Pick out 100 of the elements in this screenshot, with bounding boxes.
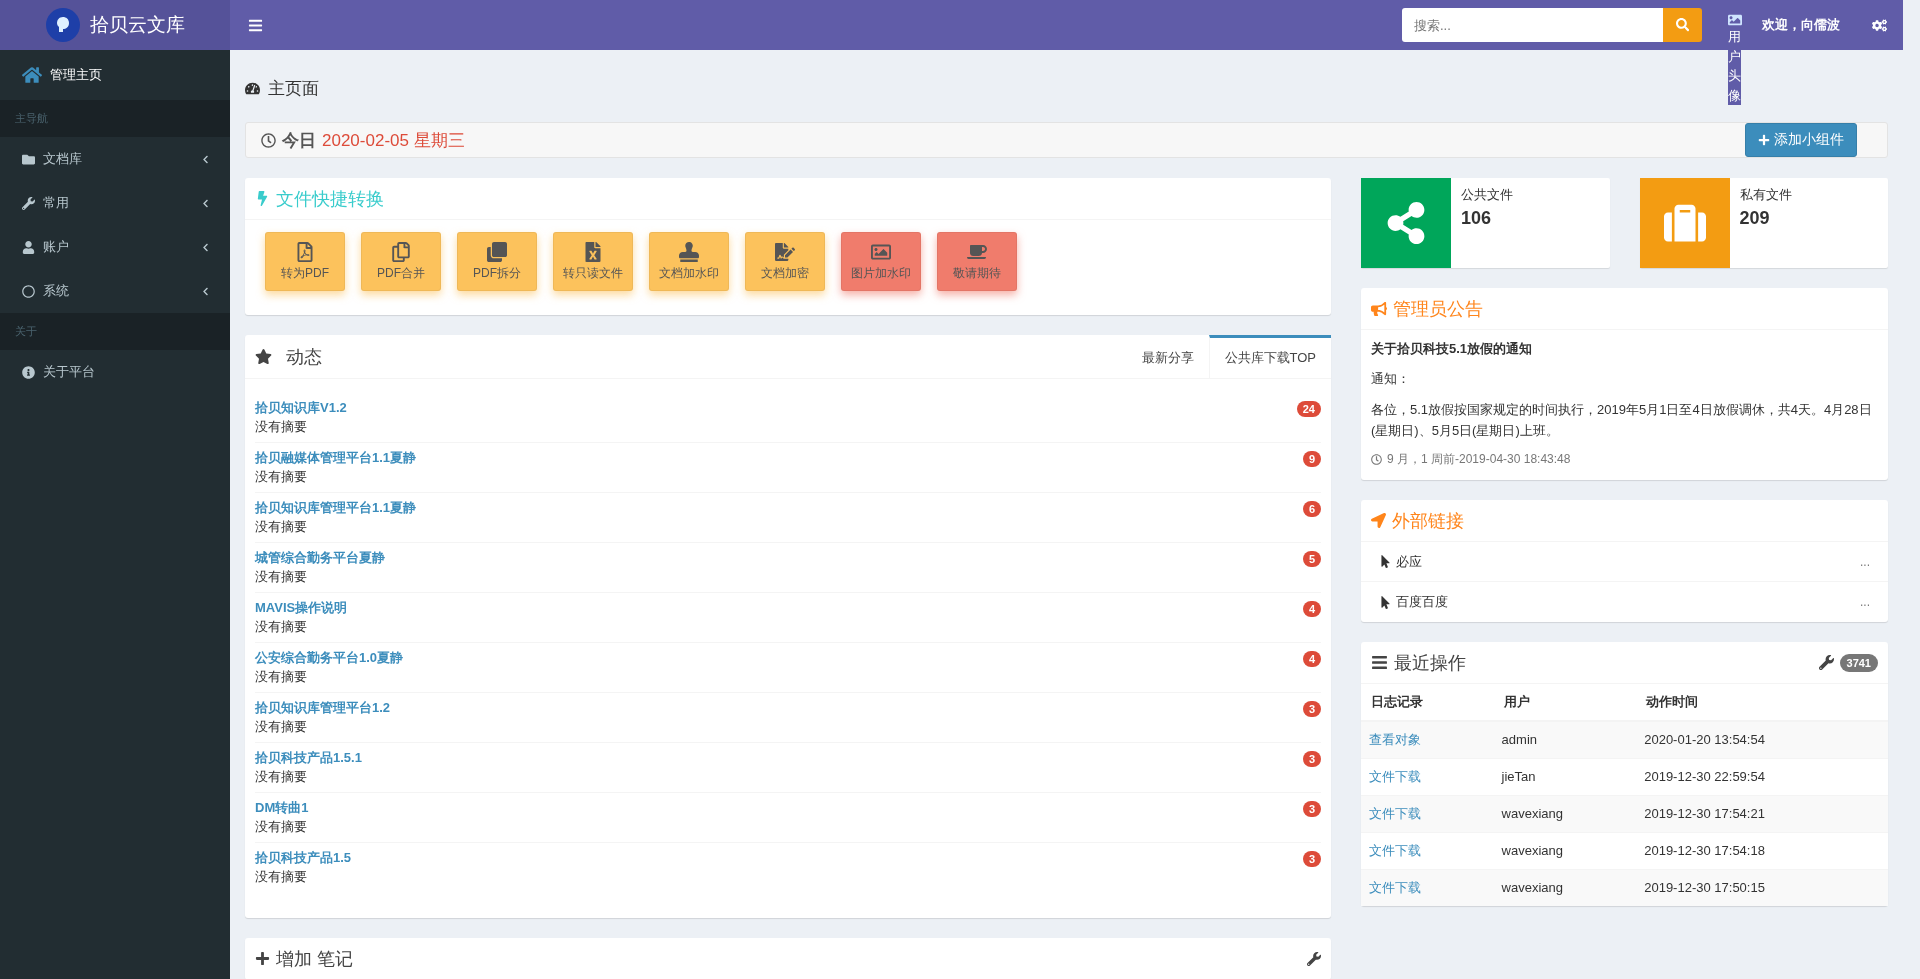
tab[interactable]: 最新分享 xyxy=(1125,335,1209,378)
welcome-text[interactable]: 欢迎，向儒波 xyxy=(1762,16,1840,34)
today-label: 今日 xyxy=(282,129,316,152)
document-link[interactable]: MAVIS操作说明 xyxy=(255,599,1303,617)
clock-icon xyxy=(1371,454,1382,465)
table-cell: wavexiang xyxy=(1501,806,1564,821)
list-icon xyxy=(1371,654,1388,671)
convert-button[interactable]: 文档加密 xyxy=(745,232,825,291)
page-title: 主页面 xyxy=(245,77,319,100)
user-icon xyxy=(22,240,35,254)
document-link[interactable]: 拾贝科技产品1.5 xyxy=(255,849,1303,867)
announcement-heading: 关于拾贝科技5.1放假的通知 xyxy=(1371,340,1534,358)
document-link[interactable]: 城管综合勤务平台夏静 xyxy=(255,549,1303,567)
stamp-icon xyxy=(679,241,699,262)
panel-title: 管理员公告 xyxy=(1393,297,1483,321)
log-link[interactable]: 文件下载 xyxy=(1369,879,1421,895)
document-link[interactable]: 拾贝知识库管理平台1.2 xyxy=(255,699,1303,717)
download-count: 3 xyxy=(1302,851,1321,867)
document-link[interactable]: 拾贝融媒体管理平台1.1夏静 xyxy=(255,449,1303,467)
download-count: 24 xyxy=(1296,401,1321,417)
download-count: 6 xyxy=(1302,501,1321,517)
convert-button[interactable]: 图片加水印 xyxy=(841,232,921,291)
folder-icon xyxy=(22,152,35,166)
document-summary: 没有摘要 xyxy=(255,718,308,736)
download-count: 9 xyxy=(1302,451,1321,467)
convert-button[interactable]: 转为PDF xyxy=(265,232,345,291)
search-icon xyxy=(1675,18,1690,32)
download-count: 3 xyxy=(1302,701,1321,717)
document-summary: 没有摘要 xyxy=(255,868,308,886)
document-link[interactable]: 拾贝知识库V1.2 xyxy=(255,399,1297,417)
add-widget-button[interactable]: 添加小组件 xyxy=(1745,123,1857,157)
stat-value: 106 xyxy=(1461,208,1493,229)
panel-title: 增加 笔记 xyxy=(276,947,353,971)
download-count: 4 xyxy=(1302,601,1321,617)
table-cell: jieTan xyxy=(1501,769,1536,784)
convert-button[interactable]: 转只读文件 xyxy=(553,232,633,291)
more-text[interactable]: ... xyxy=(1860,554,1870,569)
document-summary: 没有摘要 xyxy=(255,468,308,486)
document-summary: 没有摘要 xyxy=(255,418,308,436)
sidebar-item[interactable]: 系统 xyxy=(0,269,230,313)
brand-logo[interactable]: 拾贝云文库 xyxy=(0,0,230,50)
document-link[interactable]: 拾贝知识库管理平台1.1夏静 xyxy=(255,499,1303,517)
more-text[interactable]: ... xyxy=(1860,595,1870,609)
count-badge: 3741 xyxy=(1839,653,1878,672)
stat-label: 公共文件 xyxy=(1461,186,1513,204)
copy-icon xyxy=(391,241,411,262)
table-cell: admin xyxy=(1501,732,1537,748)
logo-icon xyxy=(45,8,80,42)
wrench-icon xyxy=(1818,655,1834,670)
sidebar-item[interactable]: 管理主页 xyxy=(0,50,230,100)
convert-button[interactable]: 文档加水印 xyxy=(649,232,729,291)
info-icon xyxy=(22,365,35,379)
download-count: 5 xyxy=(1302,551,1321,567)
announcement-text: 通知： xyxy=(1371,370,1411,388)
sidebar-item[interactable]: 文档库 xyxy=(0,137,230,181)
log-link[interactable]: 文件下载 xyxy=(1369,768,1421,784)
document-link[interactable]: DM转曲1 xyxy=(255,799,1303,817)
dashboard-icon xyxy=(245,81,260,96)
convert-button[interactable]: PDF合并 xyxy=(361,232,441,291)
log-link[interactable]: 文件下载 xyxy=(1369,805,1421,821)
brand-name: 拾贝云文库 xyxy=(89,13,185,37)
convert-button[interactable]: 敬请期待 xyxy=(937,232,1017,291)
announcement-time: 9 月，1 周前-2019-04-30 18:43:48 xyxy=(1387,451,1571,468)
pdf-file-icon xyxy=(295,241,315,262)
document-link[interactable]: 拾贝科技产品1.5.1 xyxy=(255,749,1303,767)
stacked-pages-icon xyxy=(487,241,507,262)
table-cell: wavexiang xyxy=(1501,880,1564,896)
table-cell: 2020-01-20 13:54:54 xyxy=(1644,732,1765,748)
search-field[interactable]: 搜索... xyxy=(1402,8,1663,42)
panel-title: 文件快捷转换 xyxy=(276,187,384,211)
external-link[interactable]: 必应 xyxy=(1396,552,1856,571)
download-count: 3 xyxy=(1302,801,1321,817)
wrench-icon xyxy=(1307,951,1321,966)
log-link[interactable]: 文件下载 xyxy=(1369,842,1421,858)
external-link[interactable]: 百度百度 xyxy=(1396,593,1856,611)
tab[interactable]: 公共库下载TOP xyxy=(1208,335,1331,378)
plus-icon xyxy=(255,951,270,966)
sidebar-item[interactable]: 常用 xyxy=(0,181,230,225)
star-icon xyxy=(255,348,272,365)
document-link[interactable]: 公安综合勤务平台1.0夏静 xyxy=(255,649,1303,667)
signed-file-icon xyxy=(775,241,795,262)
gears-icon xyxy=(1872,17,1887,33)
today-date: 2020-02-05 星期三 xyxy=(322,129,465,152)
panel-title: 动态 xyxy=(286,345,322,369)
download-count: 3 xyxy=(1302,751,1321,767)
bolt-icon xyxy=(255,191,270,206)
panel-title: 外部链接 xyxy=(1392,509,1464,533)
document-summary: 没有摘要 xyxy=(255,618,308,636)
sidebar-item[interactable]: 关于平台 xyxy=(0,350,230,394)
pointer-icon xyxy=(1379,555,1392,568)
megaphone-icon xyxy=(1371,300,1387,317)
pointer-icon xyxy=(1379,595,1392,609)
table-cell: 2019-12-30 17:50:15 xyxy=(1644,880,1765,896)
location-arrow-icon xyxy=(1371,513,1386,528)
log-link[interactable]: 查看对象 xyxy=(1369,731,1421,747)
sidebar-item[interactable]: 账户 xyxy=(0,225,230,269)
document-summary: 没有摘要 xyxy=(255,668,308,686)
download-count: 4 xyxy=(1302,651,1321,667)
broken-image-icon xyxy=(1728,13,1742,27)
convert-button[interactable]: PDF拆分 xyxy=(457,232,537,291)
